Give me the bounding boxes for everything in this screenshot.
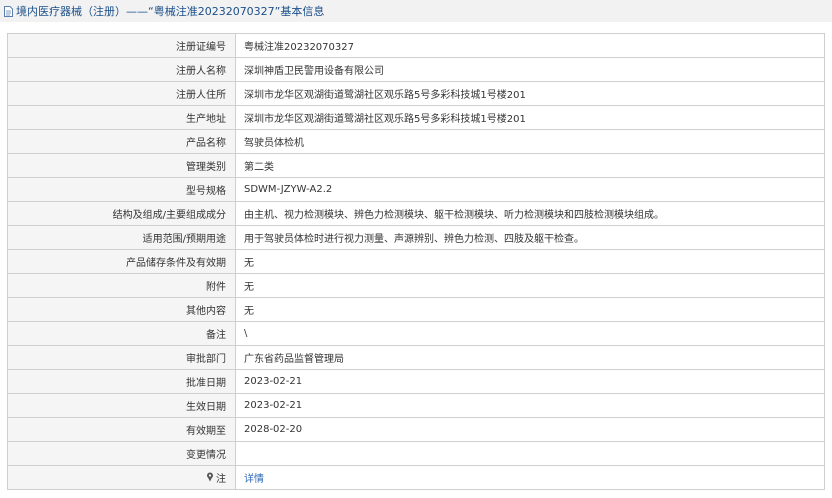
table-row: 其他内容 无 <box>7 297 825 322</box>
row-label: 附件 <box>7 273 236 298</box>
row-value: 无 <box>235 249 825 274</box>
table-row: 注册人名称 深圳神盾卫民警用设备有限公司 <box>7 57 825 82</box>
note-label: 注 <box>206 470 226 485</box>
table-row: 批准日期 2023-02-21 <box>7 369 825 394</box>
row-label: 适用范围/预期用途 <box>7 225 236 250</box>
table-row: 结构及组成/主要组成成分 由主机、视力检测模块、辨色力检测模块、躯干检测模块、听… <box>7 201 825 226</box>
registration-info-table: 注册证编号 粤械注准20232070327 注册人名称 深圳神盾卫民警用设备有限… <box>7 33 825 490</box>
table-row: 注册证编号 粤械注准20232070327 <box>7 33 825 58</box>
row-value: 深圳市龙华区观湖街道鹭湖社区观乐路5号多彩科技城1号楼201 <box>235 81 825 106</box>
row-label: 注册人住所 <box>7 81 236 106</box>
row-value <box>235 441 825 466</box>
page-title: 境内医疗器械（注册）——“粤械注准20232070327”基本信息 <box>16 5 325 18</box>
pin-icon <box>206 472 214 482</box>
table-row: 生产地址 深圳市龙华区观湖街道鹭湖社区观乐路5号多彩科技城1号楼201 <box>7 105 825 130</box>
table-row: 型号规格 SDWM-JZYW-A2.2 <box>7 177 825 202</box>
row-value: 用于驾驶员体检时进行视力测量、声源辨别、辨色力检测、四肢及躯干检查。 <box>235 225 825 250</box>
row-value: 无 <box>235 297 825 322</box>
row-value: 2028-02-20 <box>235 417 825 442</box>
registration-info-table-wrapper: 注册证编号 粤械注准20232070327 注册人名称 深圳神盾卫民警用设备有限… <box>7 33 825 490</box>
row-value: 第二类 <box>235 153 825 178</box>
row-label: 变更情况 <box>7 441 236 466</box>
row-label: 注册证编号 <box>7 33 236 58</box>
table-row: 产品储存条件及有效期 无 <box>7 249 825 274</box>
row-label: 审批部门 <box>7 345 236 370</box>
row-value: 无 <box>235 273 825 298</box>
row-label: 有效期至 <box>7 417 236 442</box>
row-label: 备注 <box>7 321 236 346</box>
row-value: 广东省药品监督管理局 <box>235 345 825 370</box>
row-value: \ <box>235 321 825 346</box>
row-label: 产品储存条件及有效期 <box>7 249 236 274</box>
note-row-value: 详情 <box>235 465 825 490</box>
row-label: 产品名称 <box>7 129 236 154</box>
document-icon <box>4 5 13 17</box>
table-row: 审批部门 广东省药品监督管理局 <box>7 345 825 370</box>
row-value: SDWM-JZYW-A2.2 <box>235 177 825 202</box>
row-value: 由主机、视力检测模块、辨色力检测模块、躯干检测模块、听力检测模块和四肢检测模块组… <box>235 201 825 226</box>
note-row: 注 详情 <box>7 465 825 490</box>
details-link[interactable]: 详情 <box>244 474 264 485</box>
table-row: 附件 无 <box>7 273 825 298</box>
table-row: 注册人住所 深圳市龙华区观湖街道鹭湖社区观乐路5号多彩科技城1号楼201 <box>7 81 825 106</box>
table-row: 变更情况 <box>7 441 825 466</box>
table-row: 有效期至 2028-02-20 <box>7 417 825 442</box>
table-row: 产品名称 驾驶员体检机 <box>7 129 825 154</box>
row-label: 管理类别 <box>7 153 236 178</box>
row-label: 生产地址 <box>7 105 236 130</box>
row-label: 其他内容 <box>7 297 236 322</box>
row-value: 深圳市龙华区观湖街道鹭湖社区观乐路5号多彩科技城1号楼201 <box>235 105 825 130</box>
row-value: 驾驶员体检机 <box>235 129 825 154</box>
row-value: 2023-02-21 <box>235 393 825 418</box>
table-row: 生效日期 2023-02-21 <box>7 393 825 418</box>
row-value: 粤械注准20232070327 <box>235 33 825 58</box>
row-label: 型号规格 <box>7 177 236 202</box>
table-row: 管理类别 第二类 <box>7 153 825 178</box>
page-header: 境内医疗器械（注册）——“粤械注准20232070327”基本信息 <box>0 0 832 22</box>
row-value: 2023-02-21 <box>235 369 825 394</box>
row-label: 结构及组成/主要组成成分 <box>7 201 236 226</box>
note-label-text: 注 <box>216 473 226 485</box>
table-row: 适用范围/预期用途 用于驾驶员体检时进行视力测量、声源辨别、辨色力检测、四肢及躯… <box>7 225 825 250</box>
table-row: 备注 \ <box>7 321 825 346</box>
row-label: 注册人名称 <box>7 57 236 82</box>
row-label: 批准日期 <box>7 369 236 394</box>
row-label: 生效日期 <box>7 393 236 418</box>
note-row-label-cell: 注 <box>7 465 236 490</box>
row-value: 深圳神盾卫民警用设备有限公司 <box>235 57 825 82</box>
